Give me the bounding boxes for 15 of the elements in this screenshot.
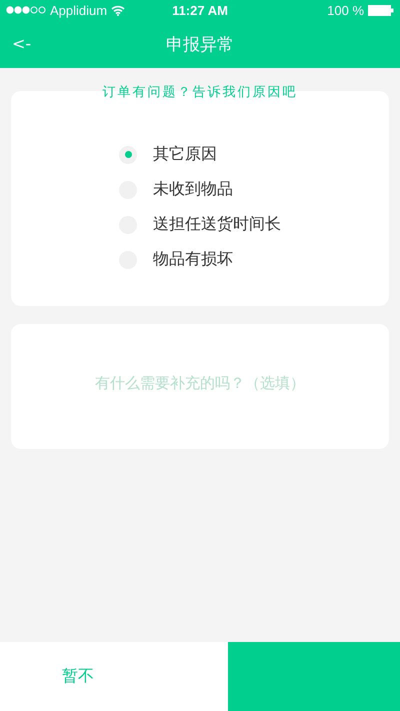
- submit-button[interactable]: [228, 642, 400, 711]
- option-label[interactable]: 送担任送货时间长: [153, 214, 281, 235]
- battery-percent: 100 %: [327, 2, 364, 18]
- clock-time: 11:27 AM: [172, 2, 228, 18]
- option-label[interactable]: 其它原因: [153, 144, 217, 165]
- carrier-name: Applidium: [50, 2, 108, 18]
- option-label[interactable]: 未收到物品: [153, 179, 233, 200]
- signal-icon: [6, 6, 46, 14]
- wifi-icon: [111, 4, 126, 16]
- option-label[interactable]: 物品有损坏: [153, 249, 233, 270]
- note-field[interactable]: 有什么需要补充的吗？（选填）: [11, 324, 389, 449]
- card-heading: 订单有问题？告诉我们原因吧: [102, 84, 298, 101]
- page-title: 申报异常: [166, 34, 234, 56]
- battery-icon: [368, 4, 394, 16]
- radio-button[interactable]: [119, 146, 137, 164]
